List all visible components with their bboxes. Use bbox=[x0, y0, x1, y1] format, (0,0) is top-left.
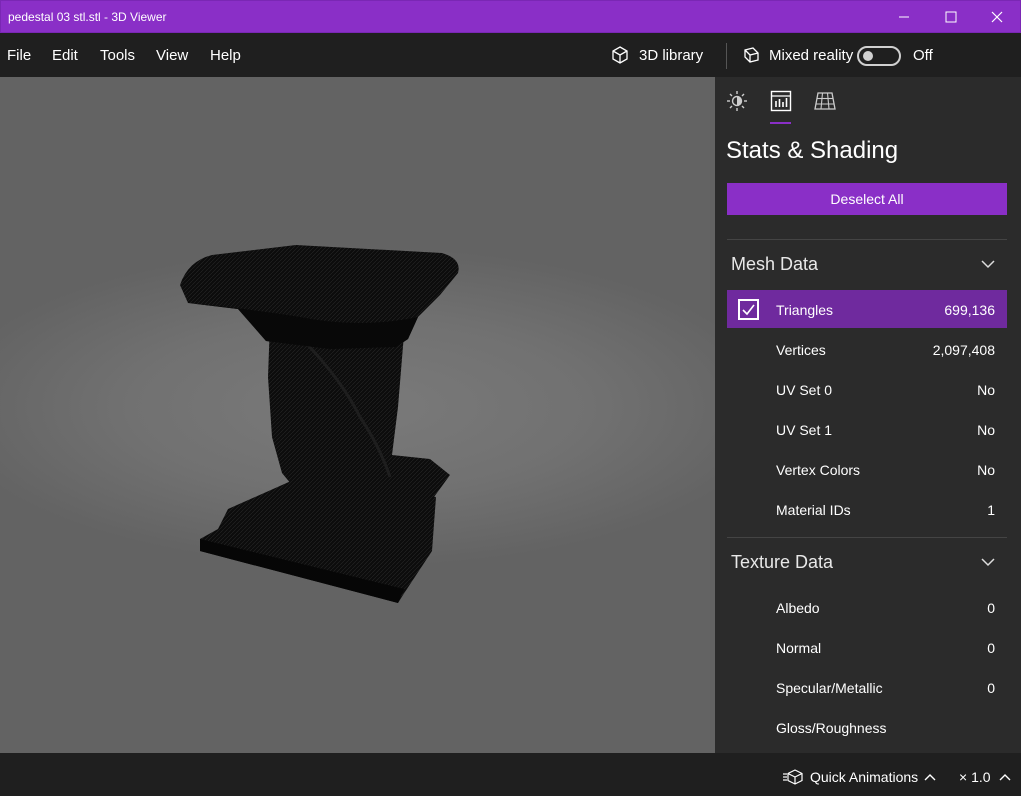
mesh-row-vertices[interactable]: Vertices 2,097,408 bbox=[727, 330, 1007, 368]
mesh-row-uv-set-0[interactable]: UV Set 0 No bbox=[727, 370, 1007, 408]
texture-row-label: Albedo bbox=[776, 600, 820, 616]
minimize-button[interactable] bbox=[881, 1, 927, 33]
chevron-up-icon bbox=[924, 774, 936, 781]
maximize-button[interactable] bbox=[928, 1, 974, 33]
mesh-row-label: UV Set 1 bbox=[776, 422, 833, 438]
texture-data-header[interactable]: Texture Data bbox=[731, 552, 833, 573]
menu-edit[interactable]: Edit bbox=[52, 47, 78, 64]
mesh-row-value: No bbox=[977, 462, 995, 478]
texture-row-normal[interactable]: Normal 0 bbox=[727, 628, 1007, 666]
texture-row-gloss-roughness[interactable]: Gloss/Roughness bbox=[727, 708, 1007, 746]
tab-grid[interactable] bbox=[813, 89, 837, 113]
grid-icon bbox=[814, 92, 836, 110]
mesh-row-label: UV Set 0 bbox=[776, 382, 833, 398]
section-divider bbox=[727, 239, 1007, 240]
mesh-row-value: 1 bbox=[987, 502, 995, 518]
mesh-row-label: Triangles bbox=[776, 302, 834, 318]
stats-chart-icon bbox=[770, 90, 792, 112]
toggle-knob bbox=[863, 51, 873, 61]
menu-help[interactable]: Help bbox=[210, 47, 241, 64]
quick-animations-label: Quick Animations bbox=[810, 769, 919, 785]
texture-row-value: 0 bbox=[987, 600, 995, 616]
animation-speed-button[interactable]: × 1.0 bbox=[959, 769, 1011, 785]
window-title: pedestal 03 stl.stl - 3D Viewer bbox=[8, 10, 167, 24]
3d-library-button[interactable]: 3D library bbox=[610, 44, 703, 66]
mesh-row-value: No bbox=[977, 422, 995, 438]
mesh-row-label: Material IDs bbox=[776, 502, 851, 518]
cube-icon bbox=[612, 46, 628, 64]
tab-lighting[interactable] bbox=[725, 89, 749, 113]
toggle-state-label: Off bbox=[913, 47, 933, 64]
texture-row-albedo[interactable]: Albedo 0 bbox=[727, 588, 1007, 626]
menu-bar: File Edit Tools View Help 3D library Mix… bbox=[0, 33, 1021, 77]
texture-row-value: 0 bbox=[987, 680, 995, 696]
mixed-reality-label: Mixed reality bbox=[769, 46, 854, 64]
deselect-all-button[interactable]: Deselect All bbox=[727, 183, 1007, 215]
mesh-row-value: 2,097,408 bbox=[932, 342, 995, 358]
close-button[interactable] bbox=[974, 1, 1020, 33]
3d-viewport[interactable] bbox=[0, 77, 715, 753]
texture-row-label: Normal bbox=[776, 640, 822, 656]
mesh-data-header[interactable]: Mesh Data bbox=[731, 254, 818, 275]
checkmark-icon bbox=[742, 304, 755, 316]
mesh-row-value: 699,136 bbox=[944, 302, 995, 318]
menu-separator bbox=[726, 43, 727, 69]
tab-stats[interactable] bbox=[769, 89, 793, 113]
minimize-icon bbox=[899, 16, 909, 18]
texture-row-specular-metallic[interactable]: Specular/Metallic 0 bbox=[727, 668, 1007, 706]
speed-label: × 1.0 bbox=[959, 769, 991, 785]
mesh-row-value: No bbox=[977, 382, 995, 398]
active-tab-indicator bbox=[770, 122, 791, 124]
sun-icon bbox=[727, 91, 747, 111]
checkbox-triangles[interactable] bbox=[738, 299, 759, 320]
title-bar: pedestal 03 stl.stl - 3D Viewer bbox=[0, 0, 1021, 33]
menu-tools[interactable]: Tools bbox=[100, 47, 135, 64]
section-divider bbox=[727, 537, 1007, 538]
chevron-up-icon bbox=[999, 774, 1011, 781]
mesh-row-uv-set-1[interactable]: UV Set 1 No bbox=[727, 410, 1007, 448]
mixed-reality-icon bbox=[744, 47, 759, 63]
texture-row-label: Specular/Metallic bbox=[776, 680, 883, 696]
texture-row-label: Gloss/Roughness bbox=[776, 720, 887, 736]
panel-title: Stats & Shading bbox=[726, 137, 899, 164]
mesh-row-label: Vertices bbox=[776, 342, 826, 358]
status-bar: Quick Animations × 1.0 bbox=[0, 753, 1021, 796]
texture-row-value: 0 bbox=[987, 640, 995, 656]
chevron-down-icon[interactable] bbox=[980, 556, 996, 568]
quick-animations-button[interactable]: Quick Animations bbox=[782, 769, 936, 785]
mesh-row-triangles[interactable]: Triangles 699,136 bbox=[727, 290, 1007, 328]
pedestal-model bbox=[180, 245, 459, 603]
menu-file[interactable]: File bbox=[7, 47, 31, 64]
mesh-row-label: Vertex Colors bbox=[776, 462, 861, 478]
mixed-reality-toggle[interactable] bbox=[857, 46, 901, 66]
menu-view[interactable]: View bbox=[156, 47, 188, 64]
mixed-reality-button[interactable]: Mixed reality bbox=[741, 44, 853, 66]
stats-panel: Stats & Shading Deselect All Mesh Data T… bbox=[715, 77, 1021, 753]
chevron-down-icon[interactable] bbox=[980, 258, 996, 270]
3d-library-label: 3D library bbox=[639, 46, 704, 64]
maximize-icon bbox=[945, 11, 957, 23]
close-icon bbox=[991, 11, 1003, 23]
mesh-row-vertex-colors[interactable]: Vertex Colors No bbox=[727, 450, 1007, 488]
animation-cube-icon bbox=[783, 769, 803, 785]
mesh-row-material-ids[interactable]: Material IDs 1 bbox=[727, 490, 1007, 528]
